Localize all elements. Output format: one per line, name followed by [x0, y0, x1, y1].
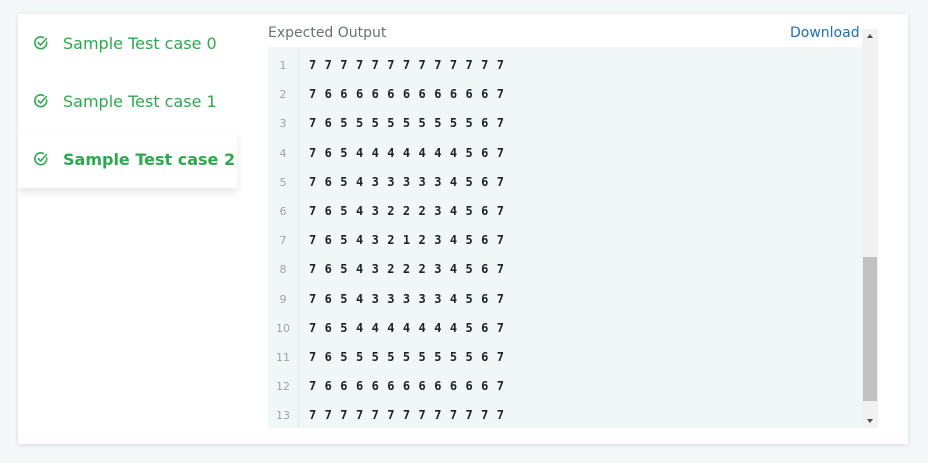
code-line: 13 7 7 7 7 7 7 7 7 7 7 7 7 7 — [268, 401, 862, 428]
scroll-up-arrow-icon[interactable] — [862, 29, 878, 43]
check-circle-icon — [34, 36, 48, 50]
test-case-sidebar: Sample Test case 0 Sample Test case 1 Sa… — [18, 14, 237, 189]
line-number: 6 — [279, 205, 287, 218]
expected-output-code: 1 7 7 7 7 7 7 7 7 7 7 7 7 7 2 7 6 6 6 6 … — [268, 47, 862, 428]
line-text: 7 6 5 4 3 2 2 2 3 4 5 6 7 — [309, 204, 505, 218]
line-text: 7 6 6 6 6 6 6 6 6 6 6 6 7 — [309, 87, 505, 101]
line-number: 4 — [279, 147, 287, 160]
line-text: 7 6 5 4 3 3 3 3 3 4 5 6 7 — [309, 175, 505, 189]
line-text: 7 7 7 7 7 7 7 7 7 7 7 7 7 — [309, 408, 505, 422]
sidebar-item-test-case-2[interactable]: Sample Test case 2 — [18, 130, 237, 188]
code-line: 9 7 6 5 4 3 3 3 3 3 4 5 6 7 — [268, 285, 862, 314]
line-text: 7 6 5 4 4 4 4 4 4 4 5 6 7 — [309, 321, 505, 335]
scrollbar-thumb[interactable] — [863, 257, 877, 401]
code-line: 6 7 6 5 4 3 2 2 2 3 4 5 6 7 — [268, 197, 862, 226]
download-link[interactable]: Download — [790, 24, 860, 42]
line-text: 7 6 5 4 3 2 2 2 3 4 5 6 7 — [309, 262, 505, 276]
code-line: 8 7 6 5 4 3 2 2 2 3 4 5 6 7 — [268, 255, 862, 284]
code-line: 4 7 6 5 4 4 4 4 4 4 4 5 6 7 — [268, 139, 862, 168]
check-circle-icon — [34, 152, 48, 166]
line-text: 7 6 5 4 3 3 3 3 3 4 5 6 7 — [309, 292, 505, 306]
line-text: 7 7 7 7 7 7 7 7 7 7 7 7 7 — [309, 58, 505, 72]
line-number: 8 — [279, 263, 287, 276]
code-line: 10 7 6 5 4 4 4 4 4 4 4 5 6 7 — [268, 314, 862, 343]
test-case-label: Sample Test case 2 — [63, 149, 236, 169]
line-text: 7 6 6 6 6 6 6 6 6 6 6 6 7 — [309, 379, 505, 393]
sidebar-item-test-case-0[interactable]: Sample Test case 0 — [18, 14, 237, 72]
line-number: 7 — [279, 234, 287, 247]
line-text: 7 6 5 5 5 5 5 5 5 5 5 6 7 — [309, 116, 505, 130]
line-number: 12 — [276, 380, 290, 393]
code-line: 12 7 6 6 6 6 6 6 6 6 6 6 6 7 — [268, 372, 862, 401]
check-circle-icon — [34, 94, 48, 108]
line-text: 7 6 5 4 4 4 4 4 4 4 5 6 7 — [309, 146, 505, 160]
code-line: 3 7 6 5 5 5 5 5 5 5 5 5 6 7 — [268, 109, 862, 138]
test-case-label: Sample Test case 0 — [63, 33, 217, 53]
output-title: Expected Output — [268, 25, 387, 41]
line-number: 10 — [276, 322, 290, 335]
code-line: 5 7 6 5 4 3 3 3 3 3 4 5 6 7 — [268, 168, 862, 197]
line-number: 5 — [279, 176, 287, 189]
code-line: 7 7 6 5 4 3 2 1 2 3 4 5 6 7 — [268, 226, 862, 255]
code-line: 11 7 6 5 5 5 5 5 5 5 5 5 6 7 — [268, 343, 862, 372]
vertical-scrollbar[interactable] — [862, 29, 878, 428]
line-text: 7 6 5 4 3 2 1 2 3 4 5 6 7 — [309, 233, 505, 247]
sidebar-item-test-case-1[interactable]: Sample Test case 1 — [18, 72, 237, 130]
line-number: 2 — [279, 88, 287, 101]
line-number: 3 — [279, 117, 287, 130]
line-number: 1 — [279, 59, 287, 72]
line-number: 11 — [276, 351, 290, 364]
line-number: 13 — [276, 409, 290, 422]
code-line: 1 7 7 7 7 7 7 7 7 7 7 7 7 7 — [268, 51, 862, 80]
line-text: 7 6 5 5 5 5 5 5 5 5 5 6 7 — [309, 350, 505, 364]
scroll-down-arrow-icon[interactable] — [862, 414, 878, 428]
test-case-label: Sample Test case 1 — [63, 91, 217, 111]
line-number: 9 — [279, 293, 287, 306]
test-results-card: Sample Test case 0 Sample Test case 1 Sa… — [18, 14, 908, 444]
code-line: 2 7 6 6 6 6 6 6 6 6 6 6 6 7 — [268, 80, 862, 109]
